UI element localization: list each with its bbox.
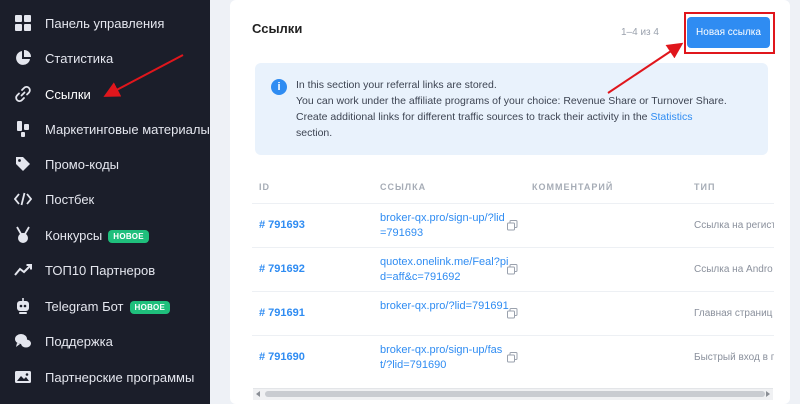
- link-id[interactable]: # 791690: [259, 351, 305, 363]
- column-header-comment[interactable]: КОММЕНТАРИЙ: [532, 182, 613, 192]
- link-id[interactable]: # 791692: [259, 263, 305, 275]
- info-line: You can work under the affiliate program…: [296, 95, 727, 107]
- sidebar-item-dashboard[interactable]: Панель управления: [0, 6, 210, 41]
- link-type: Главная страниц: [694, 308, 773, 319]
- copy-icon[interactable]: [507, 308, 518, 319]
- trend-icon: [14, 261, 32, 279]
- copy-icon[interactable]: [507, 220, 518, 231]
- sidebar-item-top10-partners[interactable]: ТОП10 Партнеров: [0, 253, 210, 288]
- sidebar-item-label: ТОП10 Партнеров: [45, 263, 156, 278]
- link-type: Ссылка на Andro: [694, 264, 773, 275]
- table-row: # 791690 broker-qx.pro/sign-up/fast/?lid…: [252, 335, 774, 380]
- dashboard-icon: [14, 14, 32, 32]
- bot-icon: [14, 297, 32, 315]
- tag-icon: [14, 155, 32, 173]
- sidebar-item-label: Ссылки: [45, 87, 91, 102]
- info-line: Create additional links for different tr…: [296, 111, 693, 139]
- sidebar-item-label: Маркетинговые материалы: [45, 122, 210, 137]
- column-header-id[interactable]: ID: [259, 182, 270, 192]
- info-text: In this section your referral links are …: [296, 77, 758, 141]
- sidebar-item-promo-codes[interactable]: Промо-коды: [0, 147, 210, 182]
- sidebar-item-label: Партнерские программы: [45, 370, 195, 385]
- link-id[interactable]: # 791693: [259, 219, 305, 231]
- info-line: In this section your referral links are …: [296, 79, 497, 91]
- sidebar-item-links[interactable]: Ссылки: [0, 77, 210, 112]
- sidebar-item-partner-programs[interactable]: Партнерские программы: [0, 360, 210, 395]
- referral-link[interactable]: quotex.onelink.me/Feal?pid=aff&c=791692: [380, 255, 510, 285]
- chat-icon: [14, 332, 32, 350]
- sidebar-item-label: Telegram Бот НОВОЕ: [45, 299, 171, 314]
- referral-link[interactable]: broker-qx.pro/?lid=791691: [380, 299, 510, 314]
- copy-icon[interactable]: [507, 264, 518, 275]
- sidebar-item-marketing[interactable]: Маркетинговые материалы: [0, 112, 210, 147]
- link-type: Быстрый вход в п: [694, 352, 774, 363]
- statistics-link[interactable]: Statistics: [650, 111, 692, 123]
- sidebar-item-contests[interactable]: Конкурсы НОВОЕ: [0, 218, 210, 253]
- new-badge: НОВОЕ: [129, 301, 171, 314]
- info-alert: i In this section your referral links ar…: [255, 63, 768, 155]
- page-title: Ссылки: [252, 21, 303, 36]
- info-icon: i: [271, 79, 287, 95]
- referral-link[interactable]: broker-qx.pro/sign-up/?lid=791693: [380, 211, 510, 241]
- link-id[interactable]: # 791691: [259, 307, 305, 319]
- link-icon: [14, 85, 32, 103]
- scroll-left-arrow-icon[interactable]: [256, 391, 260, 397]
- new-badge: НОВОЕ: [108, 230, 149, 243]
- sidebar-item-telegram-bot[interactable]: Telegram Бот НОВОЕ: [0, 289, 210, 324]
- pie-chart-icon: [14, 49, 32, 67]
- copy-icon[interactable]: [507, 352, 518, 363]
- sidebar-item-label: Промо-коды: [45, 157, 120, 172]
- sidebar-item-support[interactable]: Поддержка: [0, 324, 210, 359]
- links-card: Ссылки 1–4 из 4 Новая ссылка i In this s…: [230, 0, 790, 404]
- sidebar-item-label: Панель управления: [45, 16, 165, 31]
- pagination-counter: 1–4 из 4: [621, 27, 659, 38]
- sidebar-item-label: Поддержка: [45, 334, 113, 349]
- code-icon: [14, 190, 32, 208]
- medal-icon: [14, 226, 32, 244]
- sidebar-item-statistics[interactable]: Статистика: [0, 41, 210, 76]
- image-icon: [14, 368, 32, 386]
- table-row: # 791691 broker-qx.pro/?lid=791691 Главн…: [252, 291, 774, 336]
- horizontal-scrollbar[interactable]: [253, 388, 773, 400]
- scroll-thumb[interactable]: [265, 391, 765, 397]
- column-header-link[interactable]: ССЫЛКА: [380, 182, 426, 192]
- sidebar-item-label: Конкурсы НОВОЕ: [45, 228, 149, 243]
- new-link-button[interactable]: Новая ссылка: [687, 17, 770, 48]
- referral-link[interactable]: broker-qx.pro/sign-up/fast/?lid=791690: [380, 343, 510, 373]
- sidebar: Панель управления Статистика Ссылки Марк…: [0, 0, 210, 404]
- table-row: # 791693 broker-qx.pro/sign-up/?lid=7916…: [252, 203, 774, 248]
- sidebar-item-label: Постбек: [45, 192, 95, 207]
- table-row: # 791692 quotex.onelink.me/Feal?pid=aff&…: [252, 247, 774, 292]
- sidebar-item-label: Статистика: [45, 51, 114, 66]
- column-header-type[interactable]: ТИП: [694, 182, 715, 192]
- marketing-icon: [14, 120, 32, 138]
- scroll-right-arrow-icon[interactable]: [766, 391, 770, 397]
- link-type: Ссылка на регист: [694, 220, 774, 231]
- sidebar-item-postback[interactable]: Постбек: [0, 182, 210, 217]
